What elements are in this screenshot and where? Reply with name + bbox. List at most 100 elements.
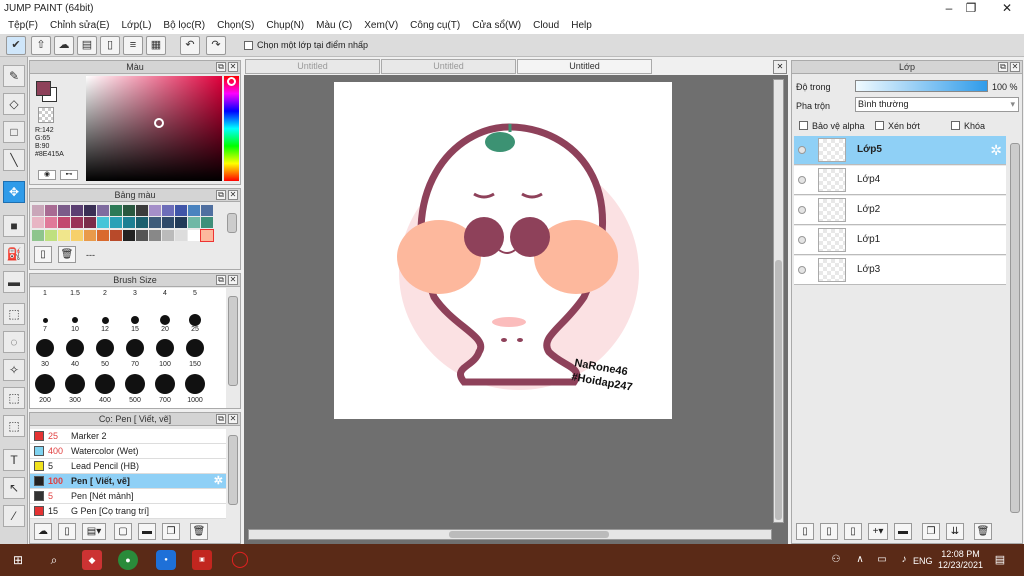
brush-size-dot[interactable] [95,374,115,394]
palette-swatch[interactable] [97,205,109,216]
palette-swatch[interactable] [32,205,44,216]
palette-scrollbar[interactable] [227,213,237,233]
move-tool-icon[interactable]: ✥ [3,181,25,203]
palette-swatch[interactable] [110,217,122,229]
merge-layer-icon[interactable]: ⇊ [946,523,964,540]
brush-size-label[interactable]: 150 [180,361,210,368]
delete-brush-icon[interactable]: 🗑 [190,523,208,540]
comment-icon[interactable]: ▤ [77,36,97,55]
menu-window[interactable]: Cửa sổ(W) [466,17,527,34]
brush-size-dot[interactable] [155,374,175,394]
brush-size-label[interactable]: 10 [60,326,90,333]
panel-close-icon[interactable]: ✕ [228,275,238,285]
brush-size-dot[interactable] [101,316,109,324]
menu-layer[interactable]: Lớp(L) [116,17,158,34]
brush-size-label[interactable]: 1.5 [60,290,90,297]
close-button[interactable]: ✕ [992,0,1022,17]
text-tool-icon[interactable]: T [3,449,25,471]
brush-size-label[interactable]: 7 [30,326,60,333]
gradient-tool-icon[interactable]: ▬ [3,271,25,293]
palette-swatch[interactable] [149,229,161,241]
palette-swatch[interactable] [123,205,135,216]
brush-item-selected[interactable]: 100 Pen [ Viết, vẽ] ✲ [30,474,226,489]
layer-row[interactable]: Lớp4 [794,166,1006,195]
brush-size-dot[interactable] [125,374,145,394]
float-icon[interactable]: ⧉ [216,414,226,424]
zalo-icon[interactable]: ● [156,550,176,570]
brush-item[interactable]: 15 G Pen [Cọ trang trí] [30,504,226,519]
palette-swatch[interactable] [84,205,96,216]
speech-bubble-icon[interactable]: ☁ [54,36,74,55]
bucket-tool-icon[interactable]: ⛽ [3,243,25,265]
brush-size-label[interactable]: 70 [120,361,150,368]
layer-row-selected[interactable]: Lớp5 ✲ [794,136,1006,165]
brush-size-dot[interactable] [156,339,174,357]
maximize-button[interactable]: ❐ [956,0,986,17]
duplicate-layer-icon[interactable]: ❐ [922,523,940,540]
new-brush-icon[interactable]: ▯ [58,523,76,540]
panel-close-icon[interactable]: ✕ [1010,62,1020,72]
menu-view[interactable]: Xem(V) [358,17,404,34]
clipping-checkbox[interactable] [875,121,884,130]
visibility-icon[interactable] [798,176,806,184]
palette-swatch[interactable] [84,217,96,229]
upload-icon[interactable]: ⇧ [31,36,51,55]
menu-capture[interactable]: Chụp(N) [260,17,310,34]
palette-swatch[interactable] [45,229,57,241]
folder-icon[interactable]: ▬ [894,523,912,540]
brush-size-dot[interactable] [42,317,48,323]
float-icon[interactable]: ⧉ [216,190,226,200]
windows-start-icon[interactable]: ⊞ [8,550,28,570]
palette-swatch[interactable] [110,205,122,216]
palette-swatch[interactable] [136,205,148,216]
palette-swatch[interactable] [162,229,174,241]
menu-select[interactable]: Chọn(S) [211,17,260,34]
new-layer-icon-3[interactable]: ▯ [844,523,862,540]
delete-layer-icon[interactable]: 🗑 [974,523,992,540]
brush-size-label[interactable]: 3 [120,290,150,297]
palette-swatch[interactable] [175,205,187,216]
brush-size-dot[interactable] [131,316,139,324]
brush-size-label[interactable]: 1000 [180,397,210,404]
brush-size-dot[interactable] [126,339,144,357]
brush-size-label[interactable]: 400 [90,397,120,404]
lasso-select-icon[interactable]: ◌ [3,331,25,353]
float-icon[interactable]: ⧉ [998,62,1008,72]
visibility-icon[interactable] [798,206,806,214]
brush-size-dot[interactable] [36,339,54,357]
saturation-value-picker[interactable] [86,76,222,181]
close-all-icon[interactable]: ✕ [773,60,787,74]
copy-icon[interactable]: ❐ [162,523,180,540]
rectangle-tool-icon[interactable]: □ [3,121,25,143]
brush-size-label[interactable]: 30 [30,361,60,368]
brush-size-label[interactable]: 4 [150,290,180,297]
visibility-icon[interactable] [798,146,806,154]
vertical-scrollbar[interactable] [773,79,784,523]
horizontal-scroll-thumb[interactable] [449,531,609,538]
menu-cloud[interactable]: Cloud [527,17,565,34]
speaker-icon[interactable]: ♪ [894,550,914,570]
new-palette-icon[interactable]: ▯ [34,246,52,263]
brush-size-dot[interactable] [96,339,114,357]
palette-swatch[interactable] [58,229,70,241]
menu-tools[interactable]: Công cụ(T) [404,17,466,34]
notification-icon[interactable]: ▤ [990,550,1010,570]
new-layer-icon[interactable]: ▯ [796,523,814,540]
doc-tab-active[interactable]: Untitled [517,59,652,74]
palette-swatch[interactable] [32,229,44,241]
brush-size-label[interactable]: 500 [120,397,150,404]
palette-swatch[interactable] [188,217,200,229]
search-icon[interactable]: ⌕ [44,550,64,570]
brush-item[interactable]: 5 Lead Pencil (HB) [30,459,226,474]
panel-close-icon[interactable]: ✕ [228,62,238,72]
palette-swatch-grid[interactable] [32,205,224,242]
horizontal-scrollbar[interactable] [248,529,772,540]
palette-swatch[interactable] [110,229,122,241]
visibility-icon[interactable] [798,266,806,274]
palette-swatch[interactable] [136,229,148,241]
brush-size-dot[interactable] [72,317,78,323]
float-icon[interactable]: ⧉ [216,62,226,72]
brush-size-dot[interactable] [35,374,55,394]
brush-item[interactable]: 25 Marker 2 [30,429,226,444]
palette-swatch[interactable] [97,217,109,229]
